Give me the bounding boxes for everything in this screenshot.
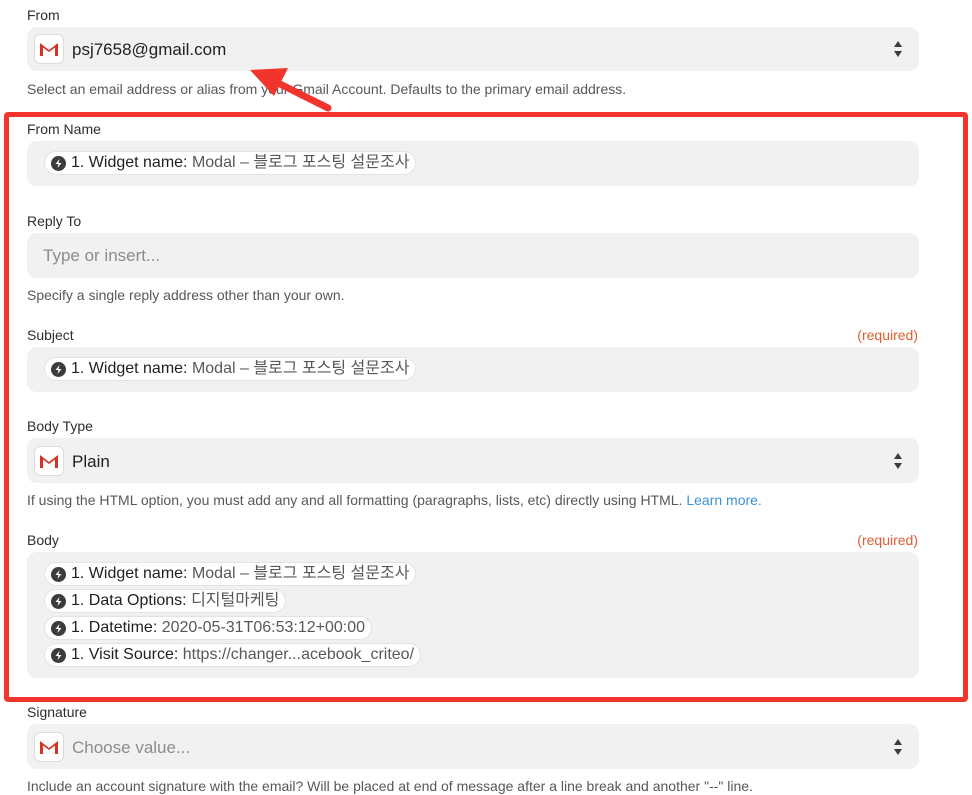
signature-label: Signature: [27, 704, 87, 720]
highlight-box: [4, 112, 968, 702]
gmail-icon: [34, 34, 64, 64]
from-label: From: [27, 7, 60, 23]
signature-hint: Include an account signature with the em…: [27, 778, 753, 794]
gmail-icon: [34, 732, 64, 762]
from-value: psj7658@gmail.com: [72, 40, 227, 59]
annotation-arrow-icon: [250, 68, 332, 112]
signature-placeholder: Choose value...: [72, 738, 191, 757]
up-down-icon: [894, 739, 902, 755]
signature-select[interactable]: Choose value...: [27, 724, 919, 769]
from-select[interactable]: psj7658@gmail.com: [27, 27, 919, 71]
up-down-icon: [894, 41, 902, 57]
